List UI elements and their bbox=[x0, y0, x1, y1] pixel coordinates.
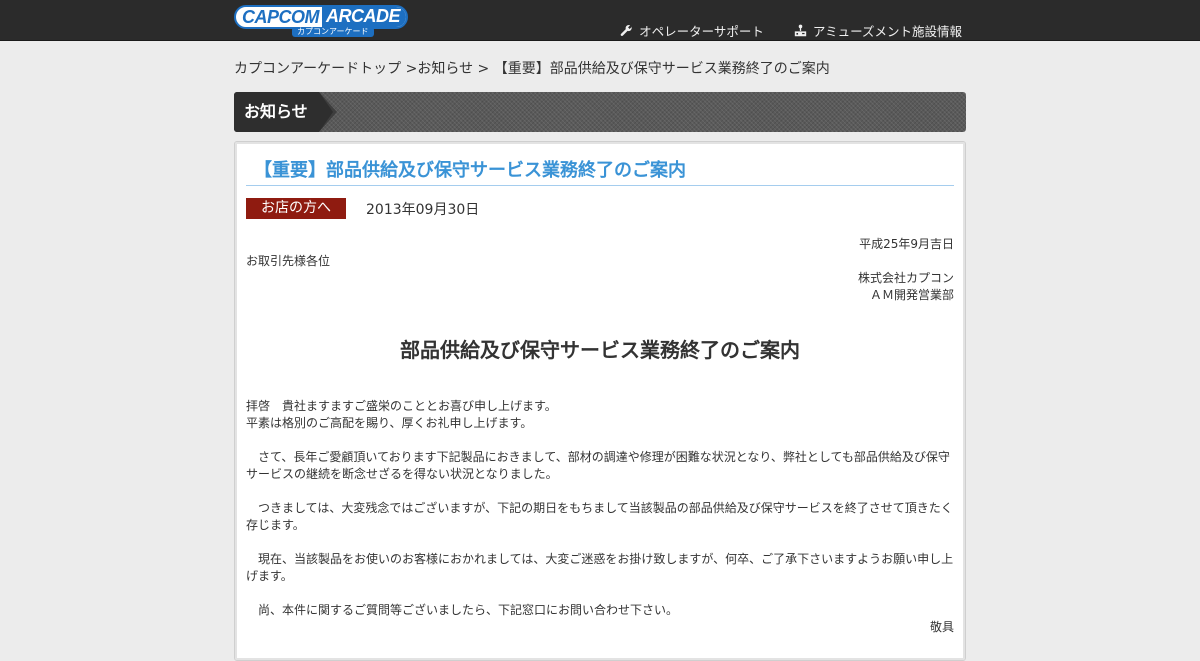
breadcrumb-separator: > bbox=[401, 61, 418, 77]
paragraph-2: つきましては、大変残念ではございますが、下記の期日をもちまして当該製品の部品供給… bbox=[246, 501, 953, 532]
breadcrumb-current: 【重要】部品供給及び保守サービス業務終了のご案内 bbox=[493, 61, 830, 77]
paragraph-1: さて、長年ご愛顧頂いております下記製品におきまして、部材の調達や修理が困難な状況… bbox=[246, 450, 950, 481]
breadcrumb: カプコンアーケードトップ >お知らせ > 【重要】部品供給及び保守サービス業務終… bbox=[234, 41, 966, 78]
paragraph-3: 現在、当該製品をお使いのお客様におかれましては、大変ご迷惑をお掛け致しますが、何… bbox=[246, 552, 954, 583]
capcom-arcade-logo[interactable]: CAPCOM ARCADE カプコンアーケード bbox=[234, 5, 410, 37]
category-tag: お店の方へ bbox=[246, 198, 346, 219]
nav-amusement-facility[interactable]: アミューズメント施設情報 bbox=[794, 21, 962, 40]
header-nav: オペレーターサポート アミューズメント施設情報 bbox=[620, 21, 962, 40]
article-date: 2013年09月30日 bbox=[366, 201, 480, 218]
breadcrumb-separator: > bbox=[473, 61, 494, 77]
logo-capcom-text: CAPCOM bbox=[242, 6, 320, 27]
logo-badge: CAPCOM ARCADE bbox=[234, 5, 408, 29]
paragraph-4: 尚、本件に関するご質問等ございましたら、下記窓口にお問い合わせ下さい。 bbox=[246, 603, 679, 617]
nav-operator-support-label: オペレーターサポート bbox=[639, 24, 764, 39]
recipient: お取引先様各位 bbox=[246, 254, 331, 268]
section-header-bar: お知らせ bbox=[234, 92, 966, 132]
issued-date: 平成25年9月吉日 bbox=[859, 237, 954, 251]
document-title: 部品供給及び保守サービス業務終了のご案内 bbox=[400, 338, 800, 362]
closing-remark: 敬具 bbox=[929, 620, 954, 634]
wrench-icon bbox=[620, 24, 633, 37]
department-name: ＡＭ開発営業部 bbox=[869, 288, 954, 302]
company-name: 株式会社カプコン bbox=[857, 271, 954, 285]
breadcrumb-home[interactable]: カプコンアーケードトップ bbox=[234, 61, 401, 77]
breadcrumb-news[interactable]: お知らせ bbox=[417, 61, 473, 77]
logo-subtitle: カプコンアーケード bbox=[292, 27, 374, 37]
article-title: 【重要】部品供給及び保守サービス業務終了のご案内 bbox=[246, 156, 954, 186]
article-meta: お店の方へ 2013年09月30日 bbox=[246, 198, 954, 219]
article-body: 平成25年9月吉日 お取引先様各位 株式会社カプコン ＡＭ開発営業部 部品供給及… bbox=[246, 236, 954, 636]
nav-amusement-facility-label: アミューズメント施設情報 bbox=[812, 24, 962, 39]
nav-operator-support[interactable]: オペレーターサポート bbox=[620, 21, 764, 40]
site-header: CAPCOM ARCADE カプコンアーケード オペレーターサポート アミューズ… bbox=[0, 0, 1200, 41]
arcade-machine-icon bbox=[794, 24, 807, 37]
greeting-line-2: 平素は格別のご高配を賜り、厚くお礼申し上げます。 bbox=[246, 416, 533, 430]
greeting-line-1: 拝啓 貴社ますますご盛栄のこととお喜び申し上げます。 bbox=[246, 399, 557, 413]
article-card: 【重要】部品供給及び保守サービス業務終了のご案内 お店の方へ 2013年09月3… bbox=[234, 141, 966, 661]
logo-arcade-text: ARCADE bbox=[322, 7, 406, 27]
section-title: お知らせ bbox=[234, 92, 333, 132]
